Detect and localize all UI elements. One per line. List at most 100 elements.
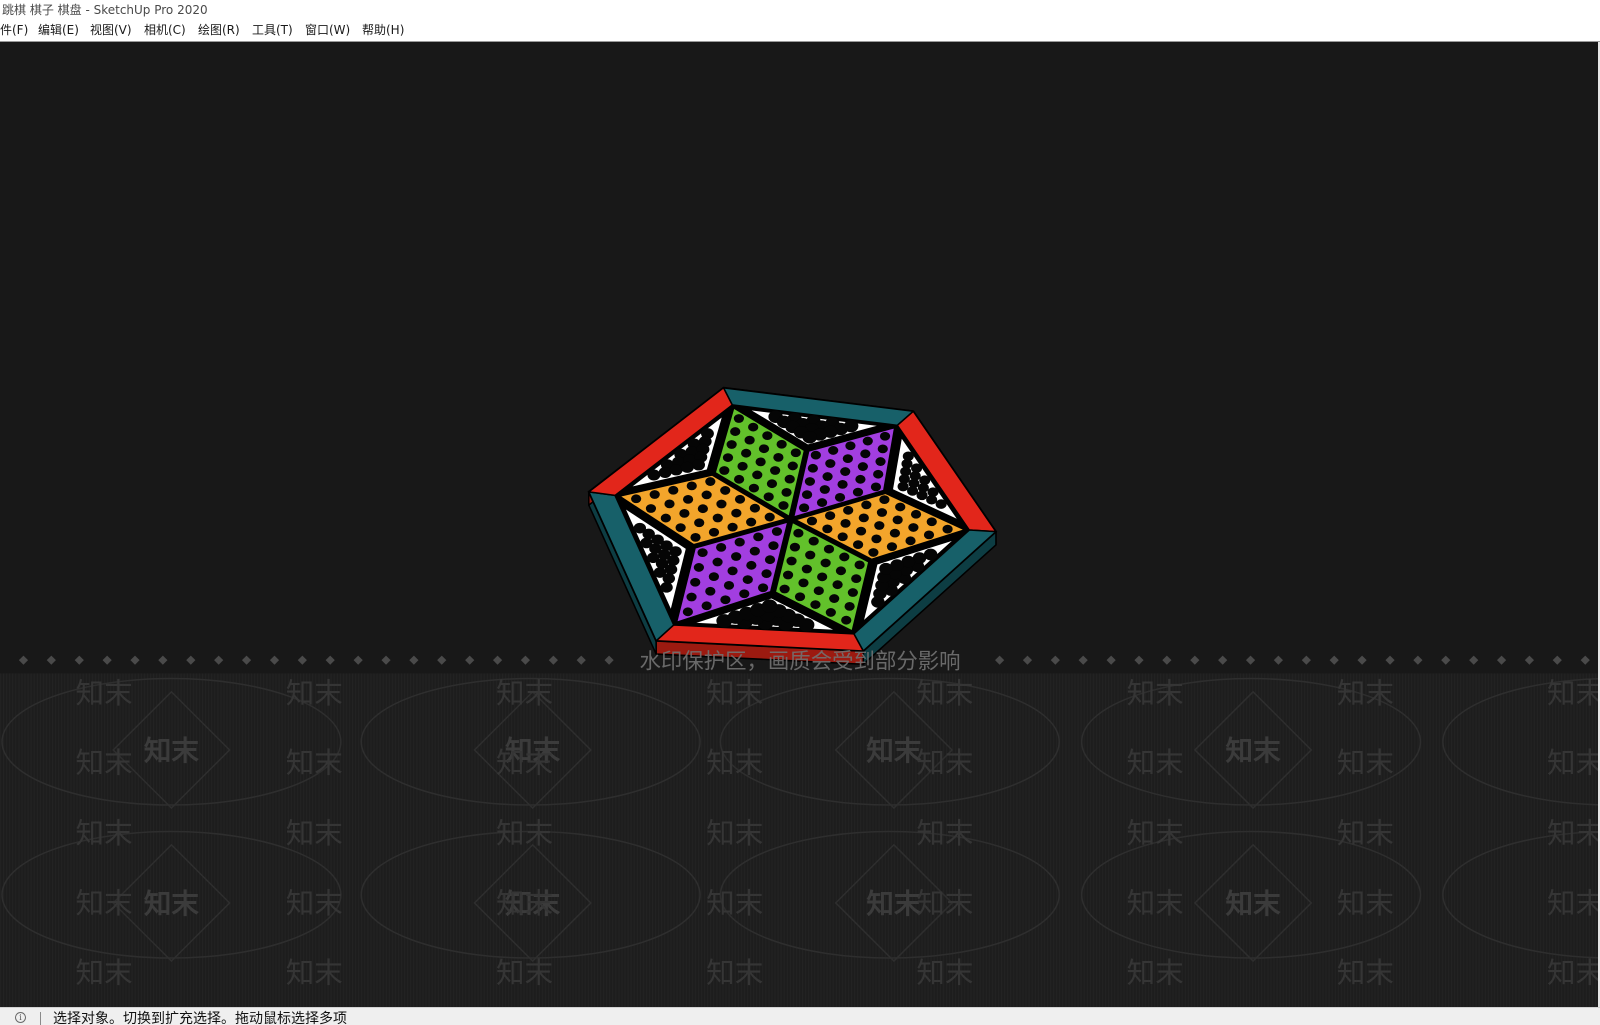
title-bar[interactable]: 跳棋 棋子 棋盘 - SketchUp Pro 2020	[0, 0, 1600, 20]
viewport-canvas[interactable]: 知末知末知末知末知末知末知末知末知末知末知末知末知末知末知末知末知末知末知末知末…	[0, 42, 1598, 1007]
board-hole	[875, 457, 886, 466]
board-hole	[764, 555, 776, 565]
board-hole	[852, 540, 864, 549]
board-hole	[649, 490, 660, 499]
watermark-mark: 知末	[144, 888, 200, 920]
board-hole	[697, 504, 708, 514]
board-hole	[889, 528, 901, 538]
board-hole	[741, 448, 752, 458]
menu-tools[interactable]: 工具(T)	[252, 23, 293, 38]
board-hole	[753, 532, 764, 542]
board-hole	[705, 477, 716, 486]
board-hole	[733, 414, 744, 423]
board-hole	[782, 570, 794, 580]
board-hole	[810, 600, 821, 609]
menu-window[interactable]: 窗口(W)	[305, 23, 350, 38]
board-hole	[766, 479, 778, 489]
watermark-mark: 知末	[1547, 745, 1598, 779]
marble	[916, 490, 928, 501]
marble	[647, 469, 661, 481]
watermark-mark: 知末	[1226, 735, 1282, 767]
board-hole	[854, 560, 865, 570]
marble	[667, 555, 680, 566]
board-hole	[727, 522, 738, 532]
board-hole	[755, 457, 766, 467]
window-title: 跳棋 棋子 棋盘 - SketchUp Pro 2020	[2, 3, 208, 17]
board-hole	[697, 548, 708, 558]
checkers-board-model[interactable]	[587, 386, 998, 666]
watermark-mark: 知末	[1337, 676, 1394, 710]
board-hole	[682, 495, 694, 504]
info-icon[interactable]	[15, 1012, 26, 1023]
board-hole	[870, 482, 882, 492]
board-hole	[895, 502, 906, 512]
board-hole	[758, 444, 770, 454]
board-hole	[727, 566, 738, 576]
board-hole	[842, 454, 853, 463]
watermark-dot	[576, 655, 586, 665]
board-hole	[668, 485, 679, 495]
status-message: 选择对象。切换到扩充选择。拖动鼠标选择多项	[53, 1011, 347, 1025]
watermark-mark: 知末	[1127, 956, 1184, 990]
board-hole	[817, 572, 828, 582]
board-hole	[722, 453, 734, 462]
menu-draw[interactable]: 绘图(R)	[198, 23, 240, 38]
watermark-dot	[1190, 655, 1200, 665]
marble	[926, 494, 938, 505]
board-hole	[886, 542, 898, 552]
watermark-mark: 知末	[1127, 886, 1184, 920]
board-hole	[749, 546, 760, 556]
watermark-mark: 知末	[866, 888, 922, 920]
board-hole	[942, 524, 953, 534]
watermark-mark: 知末	[286, 816, 343, 850]
board-hole	[851, 574, 862, 584]
board-hole	[873, 469, 884, 479]
board-hole	[879, 495, 890, 504]
board-hole	[757, 583, 769, 593]
menu-camera[interactable]: 相机(C)	[144, 23, 186, 38]
watermark-dot	[269, 655, 280, 665]
board-hole	[828, 446, 839, 455]
menu-view[interactable]: 视图(V)	[90, 23, 132, 38]
watermark-mark: 知末	[496, 956, 553, 990]
board-hole	[816, 498, 828, 507]
watermark-dot	[241, 655, 252, 665]
watermark-mark: 知末	[916, 956, 973, 990]
board-hole	[679, 508, 690, 518]
board-hole	[716, 542, 727, 552]
watermark-dot	[325, 655, 335, 665]
board-hole	[752, 470, 763, 480]
board-hole	[784, 474, 795, 484]
board-hole	[871, 534, 882, 544]
watermark-overlay: 知末知末知末知末知末知末知末知末知末知末知末知末知末知末知末知末知末知末知末知末…	[0, 649, 1598, 1007]
marble	[692, 459, 706, 471]
watermark-dot	[186, 655, 196, 665]
board-hole	[892, 515, 903, 525]
board-hole	[843, 505, 854, 515]
watermark-dot	[1441, 655, 1451, 665]
board-hole	[801, 564, 812, 574]
board-hole	[787, 461, 798, 471]
board-hole	[847, 588, 858, 597]
watermark-dot	[1413, 655, 1423, 665]
board-hole	[762, 431, 773, 441]
watermark-dot	[102, 655, 112, 665]
viewport-3d[interactable]: 知末知末知末知末知末知末知末知末知末知末知末知末知末知末知末知末知末知末知末知末…	[0, 42, 1598, 1007]
board-hole	[794, 592, 806, 602]
board-hole	[730, 427, 741, 436]
board-hole	[690, 532, 701, 542]
board-hole	[834, 492, 846, 502]
board-hole	[877, 444, 888, 454]
watermark-dot	[1245, 655, 1256, 665]
menu-edit[interactable]: 编辑(E)	[38, 23, 79, 38]
menu-file[interactable]: 件(F)	[0, 23, 28, 38]
watermark-dot	[1469, 655, 1479, 665]
board-hole	[860, 449, 871, 459]
board-hole	[734, 494, 746, 504]
watermark-mark: 知末	[916, 745, 973, 779]
watermark-mark: 知末	[496, 745, 553, 779]
status-separator	[40, 1012, 41, 1025]
menu-help[interactable]: 帮助(H)	[362, 23, 404, 38]
marble	[662, 573, 676, 584]
board-hole	[723, 581, 735, 590]
